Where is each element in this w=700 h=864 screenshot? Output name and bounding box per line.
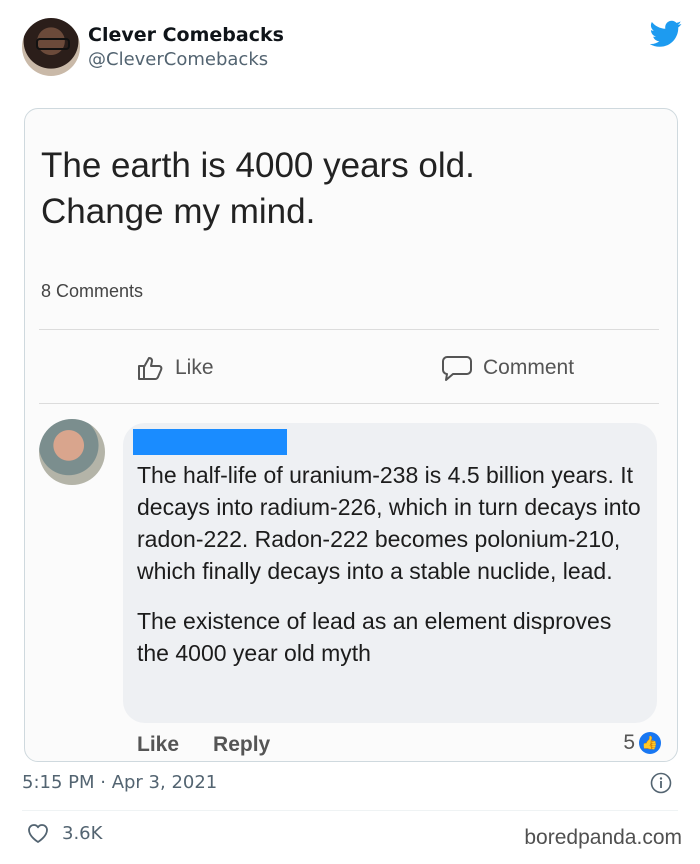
reaction-count: 5 👍 <box>623 731 661 755</box>
embedded-facebook-screenshot[interactable]: The earth is 4000 years old. Change my m… <box>24 108 678 762</box>
redacted-commenter-name <box>133 429 287 455</box>
like-label: Like <box>175 356 214 379</box>
like-reaction-icon: 👍 <box>639 732 661 754</box>
comment-count: 8 Comments <box>41 281 144 301</box>
comment-label: Comment <box>483 356 575 379</box>
comment-actions: Like Reply <box>137 733 270 757</box>
tweet-header: Clever Comebacks @CleverComebacks <box>22 16 682 78</box>
comment-button: Comment <box>441 353 574 383</box>
comment-reply-action: Reply <box>213 733 271 756</box>
like-button: Like <box>137 353 214 383</box>
post-text-line-2: Change my mind. <box>41 192 316 231</box>
like-tweet-button[interactable]: 3.6K <box>26 822 102 844</box>
commenter-avatar <box>39 419 105 485</box>
comment-bubble: The half-life of uranium-238 is 4.5 bill… <box>123 423 657 723</box>
thumbs-up-icon <box>138 357 163 380</box>
comment-text: The half-life of uranium-238 is 4.5 bill… <box>137 459 647 669</box>
author-avatar[interactable] <box>22 18 80 76</box>
post-text-line-1: The earth is 4000 years old. <box>41 146 475 185</box>
comment-like-action: Like <box>137 733 180 756</box>
divider <box>39 329 659 330</box>
watermark: boredpanda.com <box>524 826 682 849</box>
reaction-count-value: 5 <box>623 731 635 754</box>
divider <box>22 810 678 811</box>
tweet-timestamp[interactable]: 5:15 PM · Apr 3, 2021 <box>22 772 217 793</box>
author-display-name[interactable]: Clever Comebacks <box>88 24 284 46</box>
info-icon[interactable] <box>650 772 672 794</box>
twitter-bird-icon[interactable] <box>650 20 682 48</box>
heart-icon[interactable] <box>26 822 50 844</box>
comment-paragraph-2: The existence of lead as an element disp… <box>137 608 612 666</box>
likes-count: 3.6K <box>62 822 103 844</box>
author-handle[interactable]: @CleverComebacks <box>88 49 268 70</box>
comment-paragraph-1: The half-life of uranium-238 is 4.5 bill… <box>137 462 641 584</box>
divider <box>39 403 659 404</box>
speech-bubble-icon <box>442 356 472 381</box>
post-text: The earth is 4000 years old. Change my m… <box>41 143 641 235</box>
